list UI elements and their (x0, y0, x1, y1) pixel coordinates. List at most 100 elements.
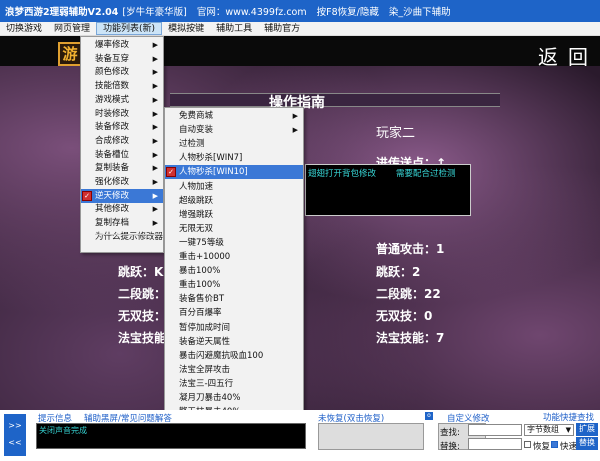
side-toggle-button[interactable]: >> << (4, 414, 26, 456)
nitian-menu-item[interactable]: 法宝三-四五行 (165, 377, 303, 391)
function-menu-item[interactable]: 为什么提示修改器 (81, 230, 163, 244)
submenu-arrow-icon: ▶ (152, 82, 158, 91)
nitian-menu-item[interactable]: 法宝全屏攻击 (165, 363, 303, 377)
nitian-menu-item-label: 一键75等级 (179, 237, 224, 248)
nitian-menu-item-label: 暴击100% (179, 266, 221, 277)
quick-find-label: 功能快捷查找 (543, 413, 595, 423)
function-menu-item[interactable]: 复制存档 ▶ (81, 216, 163, 230)
function-menu-item[interactable]: 装备修改 ▶ (81, 120, 163, 134)
function-menu-item[interactable]: 其他修改 ▶ (81, 202, 163, 216)
p2-line-jump: 跳跃：2 (376, 265, 421, 279)
menu-simulate-keys[interactable]: 模拟按键 (162, 22, 210, 35)
nitian-menu-item[interactable]: 暂停加成时间 (165, 321, 303, 335)
restore-checkbox[interactable] (524, 441, 531, 448)
find-label: 查找: (440, 428, 460, 438)
function-menu-item[interactable]: 装备互穿 ▶ (81, 52, 163, 66)
check-icon: ✓ (82, 190, 92, 201)
nitian-menu-item-label: 装备逆天属性 (179, 336, 231, 347)
menu-bar: 切换游戏 网页管理 功能列表(新) 模拟按键 辅助工具 辅助官方 (0, 22, 600, 36)
collapse-icon: << (8, 438, 22, 447)
circle-icon[interactable]: o (425, 412, 433, 420)
replace-label: 替换: (440, 442, 460, 452)
nitian-menu-item[interactable]: 人物秒杀[WIN7] (165, 151, 303, 165)
back-button[interactable]: 返回 (538, 41, 598, 70)
nitian-menu-item[interactable]: 暴击闪避魔抗吸血100 (165, 349, 303, 363)
function-menu-item[interactable]: 游戏模式 ▶ (81, 93, 163, 107)
nitian-menu-item[interactable]: 百分百爆率 (165, 306, 303, 320)
nitian-menu-item-label: 重击100% (179, 280, 221, 291)
function-menu-item-label: 颜色修改 (95, 67, 130, 78)
nitian-menu-item-label: 自动变装 (179, 125, 214, 136)
function-menu-item[interactable]: 合成修改 ▶ (81, 134, 163, 148)
nitian-menu-item[interactable]: ✓ 人物秒杀[WIN10] (165, 165, 303, 180)
function-menu-item[interactable]: 颜色修改 ▶ (81, 65, 163, 79)
nitian-menu-item[interactable]: 增强跳跃 (165, 208, 303, 222)
function-menu-item[interactable]: 爆率修改 ▶ (81, 38, 163, 52)
nitian-menu-item-label: 超级跳跃 (179, 195, 214, 206)
nitian-menu-item[interactable]: 重击100% (165, 278, 303, 292)
replace-input[interactable] (468, 438, 522, 450)
menu-tools[interactable]: 辅助工具 (210, 22, 258, 35)
nitian-menu-item-label: 装备售价BT (179, 294, 225, 305)
nitian-menu-item-label: 暂停加成时间 (179, 322, 231, 333)
nitian-menu-item[interactable]: 超级跳跃 (165, 194, 303, 208)
nitian-menu-item[interactable]: 自动变装 ▶ (165, 123, 303, 137)
function-menu-item[interactable]: 强化修改 ▶ (81, 175, 163, 189)
nitian-menu-item[interactable]: 凝月刀暴击40% (165, 391, 303, 405)
function-menu-item-label: 逆天修改 (95, 190, 130, 201)
submenu-arrow-icon: ▶ (152, 205, 158, 214)
p2-line-attack: 普通攻击：1 (376, 242, 445, 256)
menu-official[interactable]: 辅助官方 (258, 22, 306, 35)
site-link[interactable]: 官网：www.4399fz.com (197, 4, 307, 18)
nitian-menu-item[interactable]: 重击+10000 (165, 250, 303, 264)
nitian-menu-item[interactable]: 一键75等级 (165, 236, 303, 250)
function-menu-item[interactable]: 技能倍数 ▶ (81, 79, 163, 93)
menu-web-manage[interactable]: 网页管理 (48, 22, 96, 35)
menu-switch-game[interactable]: 切换游戏 (0, 22, 48, 35)
function-menu-item-label: 其他修改 (95, 204, 130, 215)
nitian-menu-item[interactable]: 过检测 (165, 137, 303, 151)
menu-function-list[interactable]: 功能列表(新) (96, 22, 163, 35)
nitian-menu-item[interactable]: 装备逆天属性 (165, 335, 303, 349)
submenu-arrow-icon: ▶ (152, 219, 158, 228)
function-menu-item-label: 技能倍数 (95, 81, 130, 92)
submenu-arrow-icon: ▶ (152, 68, 158, 77)
nitian-menu-item-label: 法宝全屏攻击 (179, 364, 231, 375)
function-menu-item[interactable]: 时装修改 ▶ (81, 107, 163, 121)
restore-list[interactable] (318, 423, 424, 450)
nitian-menu-item-label: 法宝三-四五行 (179, 378, 234, 389)
expand-icon: >> (8, 421, 22, 430)
nitian-menu-item[interactable]: 装备售价BT (165, 292, 303, 306)
help-overlay: 翅翅打开背包修改 需要配合过检测 (305, 164, 471, 216)
p1-line-double-jump: 二段跳： (118, 287, 167, 301)
hotkey-hint: 按F8恢复/隐藏 (316, 7, 379, 18)
replace-button[interactable]: 替换 (576, 437, 598, 450)
submenu-arrow-icon: ▶ (152, 54, 158, 63)
fast-option-label: 快速 (560, 442, 578, 452)
function-menu-item-label: 装备修改 (95, 122, 130, 133)
submenu-arrow-icon: ▶ (152, 164, 158, 173)
help-right-text: 需要配合过检测 (396, 169, 456, 179)
expand-button[interactable]: 扩展 (576, 423, 598, 436)
find-input[interactable] (468, 424, 522, 436)
nitian-menu-item[interactable]: 无限无双 (165, 222, 303, 236)
submenu-arrow-icon: ▶ (152, 123, 158, 132)
nitian-menu-item-label: 人物秒杀[WIN7] (179, 153, 243, 164)
function-menu-item[interactable]: ✓ 逆天修改 ▶ (81, 188, 163, 203)
guide-banner (170, 93, 500, 107)
check-icon: ✓ (166, 167, 176, 178)
menu-separator (95, 234, 161, 235)
nitian-menu-item[interactable]: 暴击100% (165, 264, 303, 278)
find-type-select[interactable]: 字节数组 ▼ (524, 424, 574, 436)
nitian-menu-item[interactable]: 免费商城 ▶ (165, 109, 303, 123)
function-menu-item-label: 为什么提示修改器 (95, 231, 164, 242)
function-menu-item[interactable]: 装备槽位 ▶ (81, 148, 163, 162)
function-menu-item-label: 游戏模式 (95, 94, 130, 105)
player-two-title: 玩家二 (376, 126, 416, 141)
restore-option-label: 恢复 (533, 442, 551, 452)
fast-checkbox[interactable] (551, 441, 558, 448)
submenu-arrow-icon: ▶ (152, 41, 158, 49)
nitian-menu-item[interactable]: 人物加速 (165, 180, 303, 194)
function-menu-item[interactable]: 复制装备 ▶ (81, 161, 163, 175)
submenu-arrow-icon: ▶ (152, 109, 158, 118)
